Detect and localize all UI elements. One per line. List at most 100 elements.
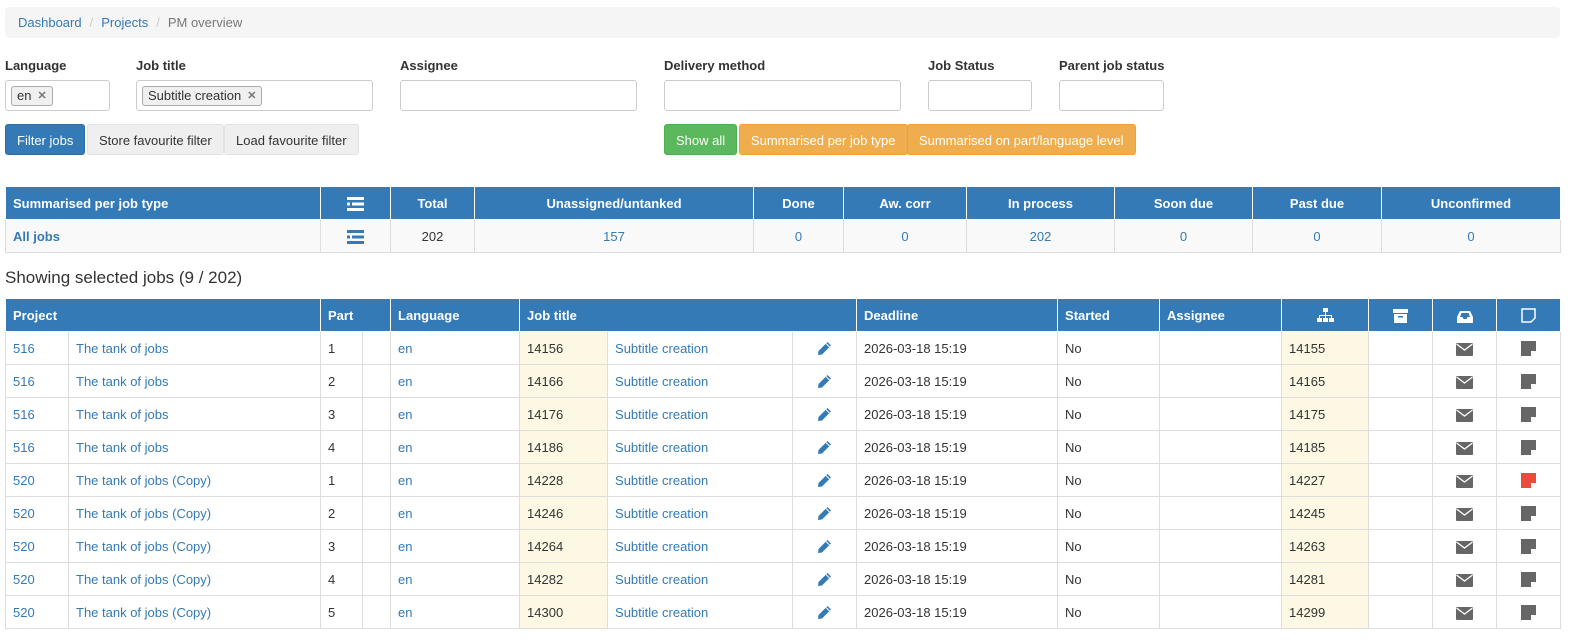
project-name-link[interactable]: The tank of jobs (Copy)	[76, 572, 211, 587]
language-link[interactable]: en	[398, 605, 412, 620]
project-name-link[interactable]: The tank of jobs	[76, 374, 169, 389]
note-icon[interactable]	[1521, 472, 1537, 489]
envelope-icon[interactable]	[1456, 604, 1474, 620]
project-id-link[interactable]: 520	[13, 605, 35, 620]
job-title-link[interactable]: Subtitle creation	[615, 374, 708, 389]
envelope-icon[interactable]	[1456, 439, 1474, 455]
project-id-link[interactable]: 520	[13, 473, 35, 488]
language-link[interactable]: en	[398, 407, 412, 422]
pencil-icon[interactable]	[817, 340, 832, 356]
project-name-link[interactable]: The tank of jobs	[76, 407, 169, 422]
envelope-icon[interactable]	[1456, 340, 1474, 356]
assignee-value[interactable]	[1159, 364, 1283, 398]
language-link[interactable]: en	[398, 473, 412, 488]
job-title-link[interactable]: Subtitle creation	[615, 539, 708, 554]
archive-icon[interactable]	[1393, 307, 1409, 323]
language-link[interactable]: en	[398, 374, 412, 389]
envelope-icon[interactable]	[1456, 538, 1474, 554]
show-all-button[interactable]: Show all	[664, 124, 738, 155]
summary-soon-due-link[interactable]: 0	[1180, 229, 1187, 244]
note-icon[interactable]	[1521, 571, 1537, 588]
language-link[interactable]: en	[398, 341, 412, 356]
job-title-link[interactable]: Subtitle creation	[615, 407, 708, 422]
project-name-link[interactable]: The tank of jobs (Copy)	[76, 539, 211, 554]
job-title-link[interactable]: Subtitle creation	[615, 473, 708, 488]
envelope-icon[interactable]	[1456, 406, 1474, 422]
job-status-select[interactable]	[928, 80, 1032, 111]
summary-past-due-link[interactable]: 0	[1313, 229, 1320, 244]
envelope-icon[interactable]	[1456, 373, 1474, 389]
note-icon[interactable]	[1521, 340, 1537, 357]
note-icon[interactable]	[1521, 406, 1537, 423]
pencil-icon[interactable]	[817, 538, 832, 554]
job-title-link[interactable]: Subtitle creation	[615, 440, 708, 455]
project-id-link[interactable]: 516	[13, 440, 35, 455]
project-id-link[interactable]: 520	[13, 539, 35, 554]
summary-done-link[interactable]: 0	[795, 229, 802, 244]
parent-job-status-select[interactable]	[1059, 80, 1164, 111]
breadcrumb-projects[interactable]: Projects	[101, 15, 148, 30]
project-name-link[interactable]: The tank of jobs (Copy)	[76, 605, 211, 620]
project-name-link[interactable]: The tank of jobs	[76, 341, 169, 356]
delivery-method-select[interactable]	[664, 80, 901, 111]
sitemap-icon[interactable]	[1316, 307, 1334, 323]
pencil-icon[interactable]	[817, 472, 832, 488]
assignee-value[interactable]	[1159, 562, 1283, 596]
assignee-value[interactable]	[1159, 397, 1283, 431]
pencil-icon[interactable]	[817, 505, 832, 521]
note-icon[interactable]	[1521, 538, 1537, 555]
project-name-link[interactable]: The tank of jobs	[76, 440, 169, 455]
summarised-per-job-type-button[interactable]: Summarised per job type	[739, 124, 908, 155]
project-id-link[interactable]: 516	[13, 407, 35, 422]
load-favourite-filter-button[interactable]: Load favourite filter	[224, 124, 359, 155]
summarised-part-language-button[interactable]: Summarised on part/language level	[907, 124, 1136, 155]
project-id-link[interactable]: 520	[13, 572, 35, 587]
note-icon[interactable]	[1521, 307, 1536, 323]
assignee-value[interactable]	[1159, 496, 1283, 530]
remove-chip-icon[interactable]: ✕	[37, 88, 46, 104]
language-select[interactable]: en ✕	[5, 80, 110, 111]
project-name-link[interactable]: The tank of jobs (Copy)	[76, 506, 211, 521]
job-title-select[interactable]: Subtitle creation ✕	[136, 80, 373, 111]
note-icon[interactable]	[1521, 604, 1537, 621]
assignee-value[interactable]	[1159, 463, 1283, 497]
assignee-value[interactable]	[1159, 430, 1283, 464]
store-favourite-filter-button[interactable]: Store favourite filter	[87, 124, 224, 155]
project-id-link[interactable]: 520	[13, 506, 35, 521]
assignee-value[interactable]	[1159, 331, 1283, 365]
pencil-icon[interactable]	[817, 439, 832, 455]
summary-unassigned-link[interactable]: 157	[603, 229, 625, 244]
pencil-icon[interactable]	[817, 571, 832, 587]
language-link[interactable]: en	[398, 539, 412, 554]
summary-unconfirmed-link[interactable]: 0	[1467, 229, 1474, 244]
assignee-value[interactable]	[1159, 529, 1283, 563]
list-icon[interactable]	[347, 228, 364, 244]
pencil-icon[interactable]	[817, 406, 832, 422]
assignee-select[interactable]	[400, 80, 637, 111]
language-link[interactable]: en	[398, 572, 412, 587]
filter-jobs-button[interactable]: Filter jobs	[5, 124, 86, 155]
summary-in-process-link[interactable]: 202	[1030, 229, 1052, 244]
pencil-icon[interactable]	[817, 373, 832, 389]
note-icon[interactable]	[1521, 373, 1537, 390]
language-link[interactable]: en	[398, 506, 412, 521]
envelope-icon[interactable]	[1456, 571, 1474, 587]
language-link[interactable]: en	[398, 440, 412, 455]
project-id-link[interactable]: 516	[13, 374, 35, 389]
all-jobs-link[interactable]: All jobs	[13, 229, 60, 244]
note-icon[interactable]	[1521, 505, 1537, 522]
pencil-icon[interactable]	[817, 604, 832, 620]
project-name-link[interactable]: The tank of jobs (Copy)	[76, 473, 211, 488]
job-title-link[interactable]: Subtitle creation	[615, 572, 708, 587]
inbox-icon[interactable]	[1456, 307, 1473, 323]
breadcrumb-dashboard[interactable]: Dashboard	[18, 15, 82, 30]
project-id-link[interactable]: 516	[13, 341, 35, 356]
remove-chip-icon[interactable]: ✕	[247, 88, 256, 104]
summary-aw-corr-link[interactable]: 0	[901, 229, 908, 244]
note-icon[interactable]	[1521, 439, 1537, 456]
assignee-value[interactable]	[1159, 595, 1283, 629]
job-title-link[interactable]: Subtitle creation	[615, 605, 708, 620]
job-title-link[interactable]: Subtitle creation	[615, 341, 708, 356]
job-title-link[interactable]: Subtitle creation	[615, 506, 708, 521]
envelope-icon[interactable]	[1456, 472, 1474, 488]
